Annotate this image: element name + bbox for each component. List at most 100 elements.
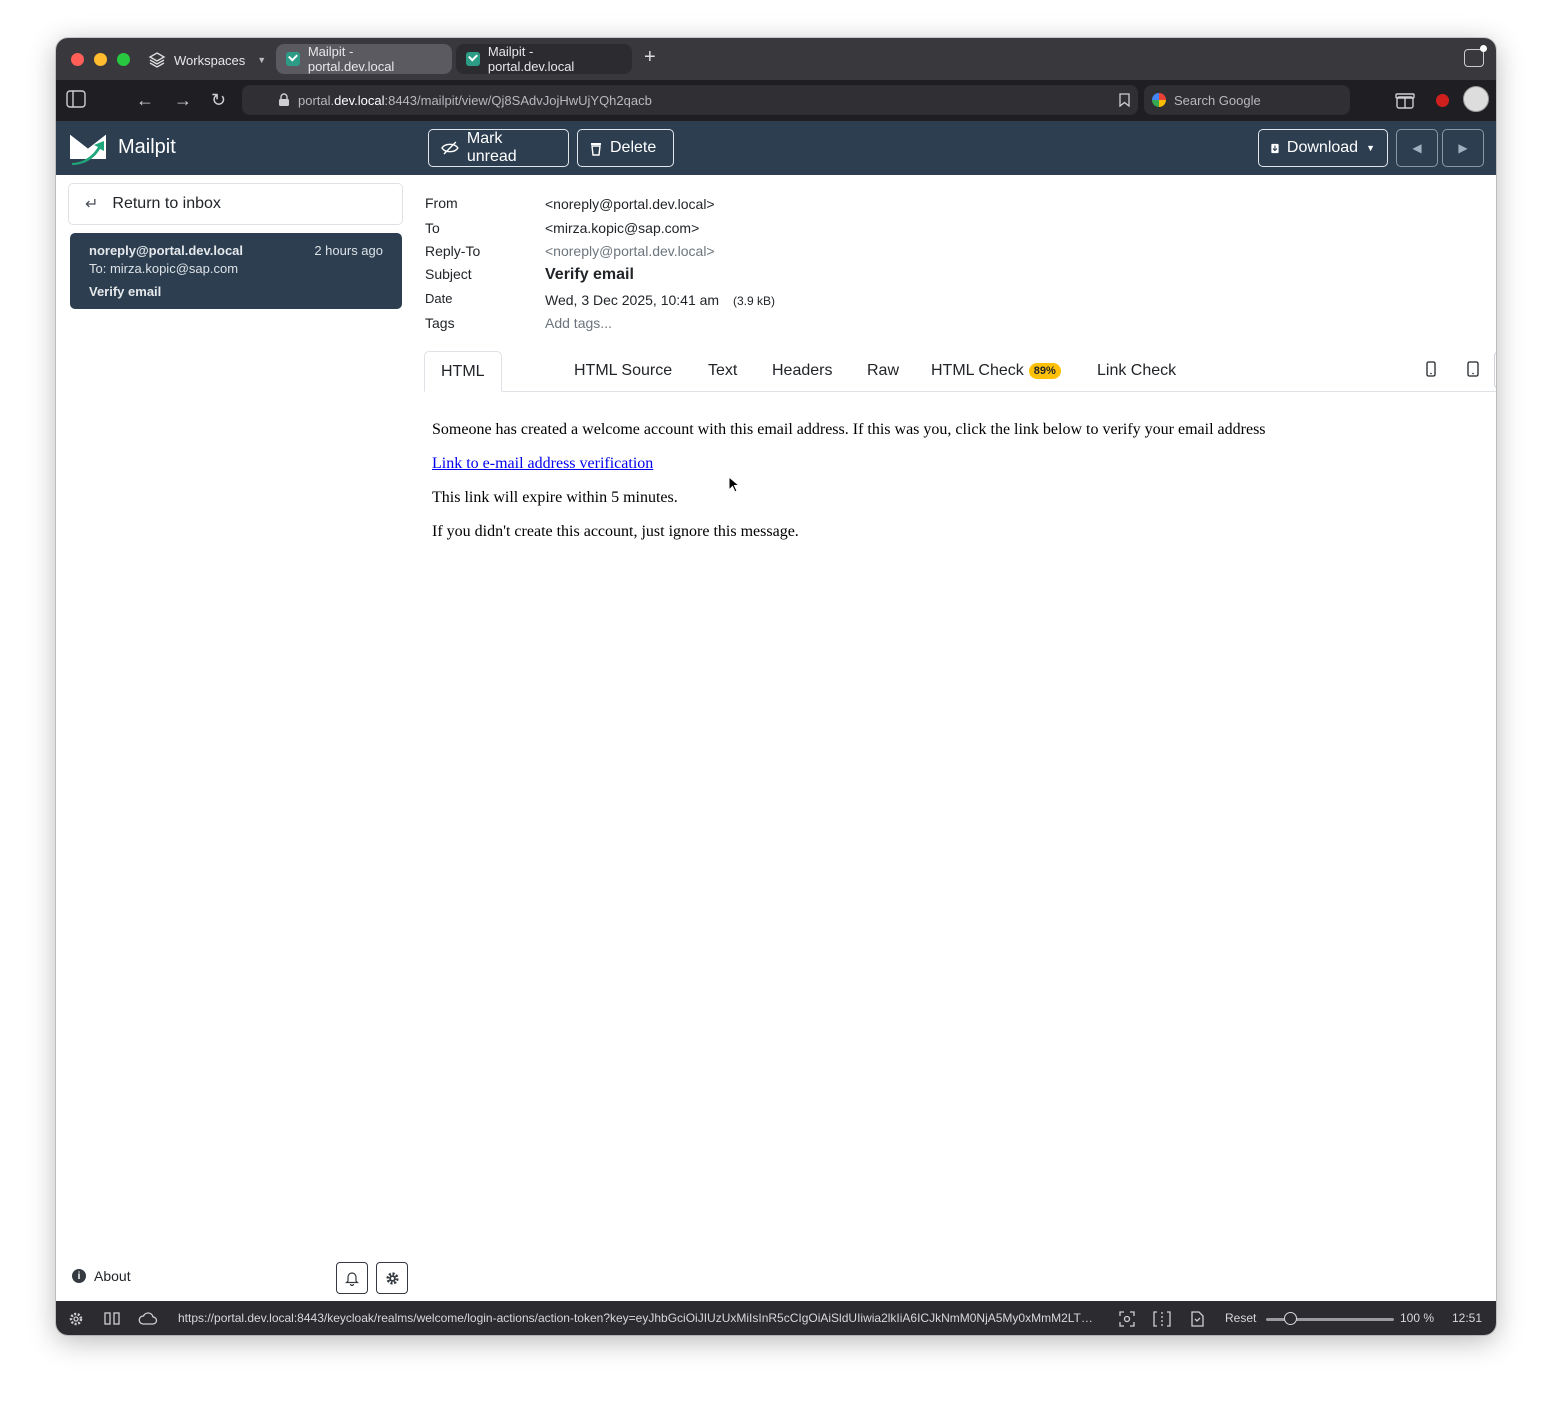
tab-headers[interactable]: Headers — [772, 351, 832, 391]
cloud-icon[interactable] — [138, 1312, 158, 1325]
settings-gear-icon[interactable] — [68, 1311, 84, 1327]
about-link[interactable]: i About — [72, 1268, 131, 1284]
search-placeholder: Search Google — [1174, 92, 1261, 108]
return-to-inbox-button[interactable]: ↵ Return to inbox — [68, 183, 403, 225]
gift-icon[interactable] — [1395, 90, 1415, 110]
reload-icon[interactable]: ↻ — [211, 88, 226, 112]
close-window-button[interactable] — [71, 53, 84, 66]
to-label: To — [425, 220, 440, 236]
tab-html[interactable]: HTML — [424, 351, 502, 392]
next-message-button[interactable]: ▶ — [1442, 129, 1484, 167]
tab-text[interactable]: Text — [708, 351, 737, 391]
eye-slash-icon — [441, 141, 459, 155]
gear-icon — [385, 1271, 399, 1285]
tab-link-check-label: Link Check — [1097, 362, 1177, 379]
info-icon: i — [72, 1269, 86, 1283]
phone-icon — [1426, 361, 1436, 377]
tab-overview-icon[interactable] — [1464, 45, 1487, 67]
message-from: noreply@portal.dev.local — [89, 243, 244, 258]
download-dropdown-button[interactable]: Download ▼ — [1258, 129, 1388, 167]
to-value: <mirza.kopic@sap.com> — [545, 220, 700, 236]
from-value: <noreply@portal.dev.local> — [545, 196, 715, 212]
desktop-view-button[interactable] — [1494, 351, 1496, 389]
about-label: About — [94, 1268, 131, 1284]
tab-title: Mailpit - portal.dev.local — [307, 44, 395, 74]
bell-icon — [345, 1271, 359, 1286]
return-to-inbox-label: Return to inbox — [112, 195, 221, 212]
tab-raw-label: Raw — [867, 362, 900, 379]
tab-html-check[interactable]: HTML Check 89% — [931, 351, 1061, 391]
view-tabs: HTML HTML Source Text Headers Raw HTML C… — [424, 351, 1496, 392]
zoom-reset-button[interactable]: Reset — [1225, 1311, 1256, 1325]
delete-button[interactable]: Delete — [577, 129, 674, 167]
url-path: :8443/mailpit/view/Qj8SAdvJojHwUjYQh2qac… — [384, 92, 652, 108]
message-time: 2 hours ago — [314, 243, 383, 258]
image-toggle-icon[interactable] — [1189, 1311, 1205, 1327]
browser-tab[interactable]: Mailpit - portal.dev.local — [456, 44, 632, 74]
mouse-cursor-icon — [728, 476, 740, 493]
maximize-window-button[interactable] — [117, 53, 130, 66]
message-list-item[interactable]: noreply@portal.dev.local 2 hours ago To:… — [70, 233, 402, 309]
layers-icon — [148, 52, 166, 68]
tiling-icon[interactable] — [104, 1312, 120, 1325]
phone-view-button[interactable] — [1414, 351, 1448, 387]
notifications-button[interactable] — [336, 1262, 368, 1294]
blocker-extension-icon[interactable] — [1436, 94, 1449, 107]
minimize-window-button[interactable] — [94, 53, 107, 66]
mark-unread-button[interactable]: Mark unread — [428, 129, 569, 167]
address-bar[interactable]: portal. dev.local:8443/mailpit/view/Qj8SA… — [242, 85, 1138, 115]
clock: 12:51 — [1452, 1311, 1483, 1325]
workspaces-label: Workspaces — [174, 52, 246, 68]
tags-input[interactable]: Add tags... — [545, 315, 612, 331]
search-field[interactable]: Search Google — [1144, 85, 1350, 115]
new-tab-button[interactable]: + — [644, 46, 656, 69]
tablet-view-button[interactable] — [1456, 351, 1490, 387]
google-icon — [1152, 93, 1166, 107]
triangle-left-icon: ◀ — [1412, 141, 1422, 155]
email-paragraph: Someone has created a welcome account wi… — [432, 421, 1266, 438]
mailpit-logo-icon — [69, 132, 107, 165]
settings-button[interactable] — [376, 1262, 408, 1294]
tab-text-label: Text — [708, 362, 738, 379]
tab-html-label: HTML — [441, 362, 485, 380]
mark-unread-label: Mark unread — [466, 130, 517, 165]
verification-link[interactable]: Link to e-mail address verification — [432, 455, 653, 472]
date-value: Wed, 3 Dec 2025, 10:41 am — [545, 292, 720, 308]
url-prefix: portal. — [298, 92, 335, 108]
email-html-body: Someone has created a welcome account wi… — [432, 421, 1266, 557]
zoom-slider-knob[interactable] — [1284, 1312, 1297, 1325]
browser-tab-bar: Workspaces ▼ Mailpit - portal.dev.local … — [56, 38, 1496, 80]
email-paragraph: If you didn't create this account, just … — [432, 523, 799, 540]
lock-icon — [279, 93, 289, 106]
date-label: Date — [425, 291, 453, 306]
message-subject: Verify email — [89, 284, 162, 299]
mailpit-favicon-icon — [286, 52, 300, 66]
workspaces-menu[interactable]: Workspaces ▼ — [148, 49, 266, 71]
tab-raw[interactable]: Raw — [867, 351, 899, 391]
bookmark-icon[interactable] — [1119, 93, 1130, 107]
tablet-icon — [1467, 361, 1479, 377]
browser-tab-active[interactable]: Mailpit - portal.dev.local — [276, 44, 452, 74]
forward-arrow-icon[interactable]: → — [174, 88, 192, 112]
sidebar-toggle-icon[interactable] — [66, 90, 86, 108]
tab-html-source[interactable]: HTML Source — [574, 351, 672, 391]
profile-avatar-icon[interactable] — [1463, 86, 1489, 112]
zoom-level: 100 % — [1400, 1311, 1435, 1325]
mailpit-logo[interactable]: Mailpit — [68, 129, 176, 165]
browser-nav-bar: ← → ↻ portal. dev.local:8443/mailpit/view… — [56, 80, 1496, 121]
capture-icon[interactable] — [1119, 1311, 1135, 1327]
tab-headers-label: Headers — [772, 362, 833, 379]
page-actions-icon[interactable] — [1153, 1311, 1171, 1327]
trash-icon — [591, 142, 601, 156]
browser-status-bar: https://portal.dev.local:8443/keycloak/r… — [56, 1301, 1496, 1335]
back-arrow-icon[interactable]: ← — [136, 88, 154, 112]
tab-link-check[interactable]: Link Check — [1097, 351, 1176, 391]
reply-to-label: Reply-To — [425, 243, 481, 259]
caret-down-icon: ▼ — [1366, 143, 1375, 153]
zoom-slider[interactable] — [1266, 1312, 1394, 1325]
subject-value: Verify email — [545, 266, 634, 283]
previous-message-button[interactable]: ◀ — [1396, 129, 1438, 167]
html-check-score-badge: 89% — [1028, 363, 1061, 379]
triangle-right-icon: ▶ — [1458, 141, 1468, 155]
app-name: Mailpit — [118, 135, 176, 158]
